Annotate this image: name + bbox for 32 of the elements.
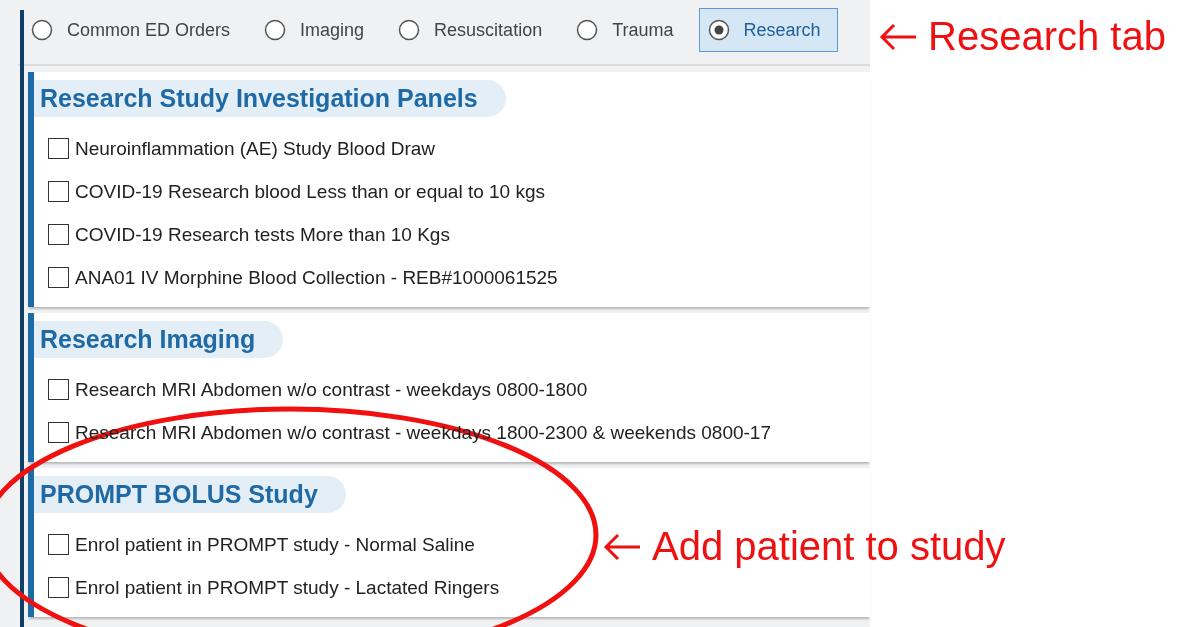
checkbox[interactable] (48, 379, 69, 400)
tab[interactable]: Trauma (567, 8, 691, 52)
order-label: Research MRI Abdomen w/o contrast - weekdays 0800-1800 (75, 378, 588, 401)
checkbox[interactable] (48, 138, 69, 159)
radio-icon (707, 19, 730, 41)
order-label: ANA01 IV Morphine Blood Collection - REB#1000061525 (75, 266, 558, 289)
checkbox[interactable] (48, 267, 69, 288)
order-label: Enrol patient in PROMPT study - Normal Saline (75, 533, 475, 556)
section-title: Research Imaging (34, 321, 284, 358)
checkbox[interactable] (48, 577, 69, 598)
tab[interactable]: Research (698, 8, 838, 52)
order-label: Enrol patient in PROMPT study - Lactated Ringers (75, 576, 500, 599)
arrow-icon (878, 21, 918, 52)
tab[interactable]: Resuscitation (389, 8, 560, 52)
section-title: PROMPT BOLUS Study (34, 476, 346, 513)
radio-icon (264, 19, 287, 41)
checkbox[interactable] (48, 422, 69, 443)
section-title: Research Study Investigation Panels (34, 80, 506, 117)
order-label: COVID-19 Research tests More than 10 Kgs (75, 223, 450, 246)
radio-icon (576, 19, 599, 41)
order-label: COVID-19 Research blood Less than or equal to 10 kgs (75, 180, 545, 203)
tab[interactable]: Common ED Orders (22, 8, 248, 52)
arrow-icon (602, 531, 642, 562)
checkbox[interactable] (48, 534, 69, 555)
checkbox[interactable] (48, 224, 69, 245)
order-label: Neuroinflammation (AE) Study Blood Draw (75, 137, 436, 160)
annotation-text: Add patient to study (652, 524, 1006, 569)
checkbox[interactable] (48, 181, 69, 202)
radio-icon (398, 19, 421, 41)
radio-icon (31, 19, 53, 41)
annotation-text: Research tab (928, 14, 1166, 59)
tab[interactable]: Imaging (255, 8, 382, 52)
